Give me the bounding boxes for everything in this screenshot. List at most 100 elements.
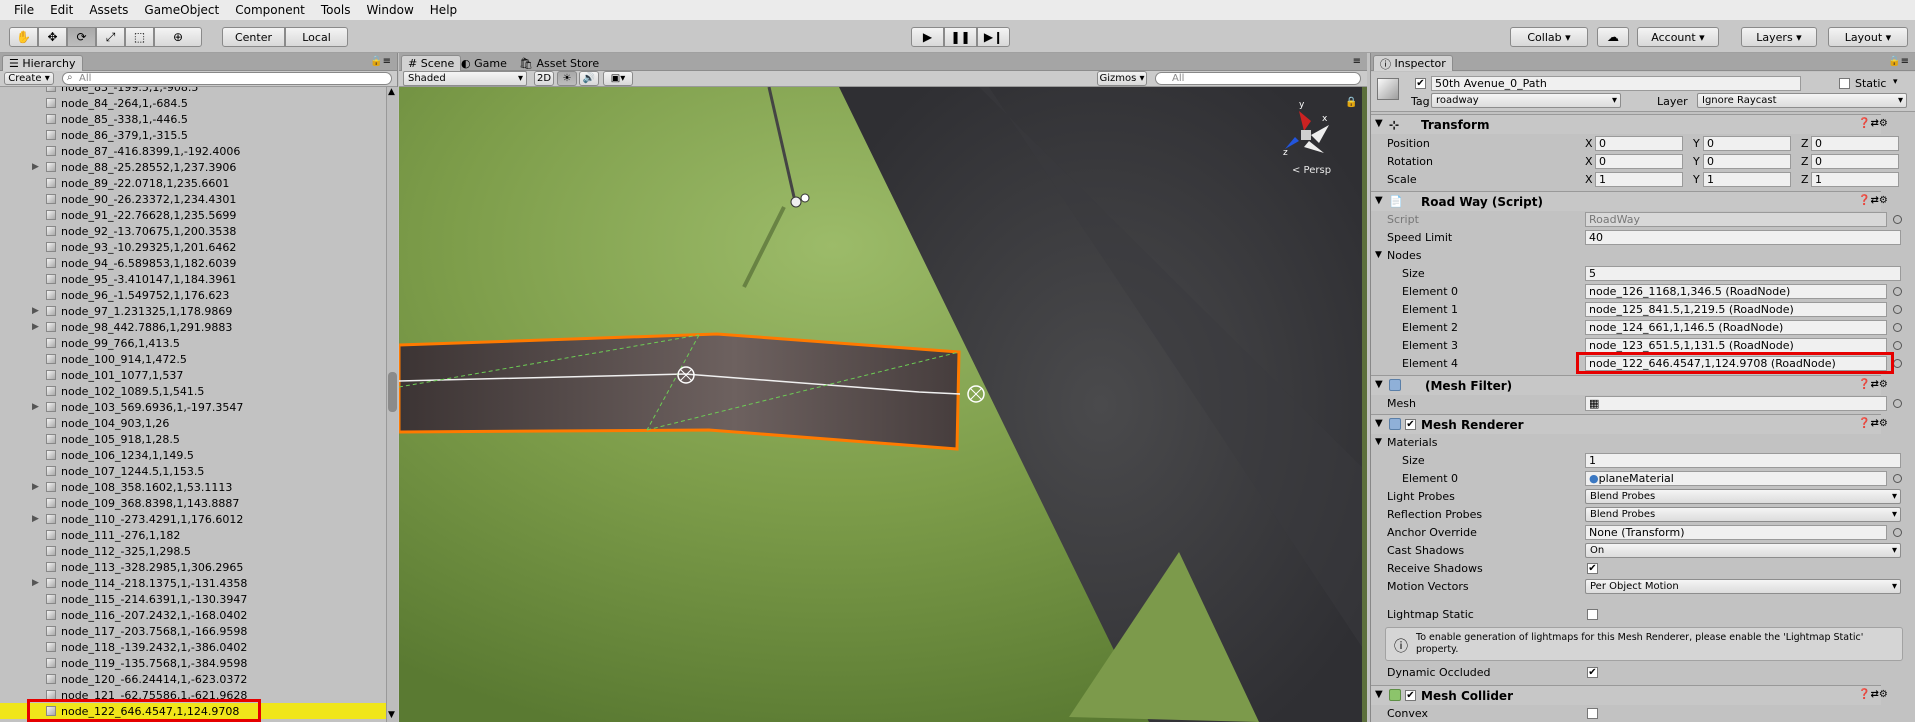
static-checkbox[interactable] [1839, 78, 1850, 89]
hierarchy-node-row[interactable]: node_93_-10.29325,1,201.6462 [0, 239, 386, 255]
2d-toggle[interactable]: 2D [534, 71, 554, 86]
tab-hierarchy[interactable]: ☰ Hierarchy [2, 55, 83, 71]
hierarchy-node-row[interactable]: node_90_-26.23372,1,234.4301 [0, 191, 386, 207]
hierarchy-node-row[interactable]: node_120_-66.24414,1,-623.0372 [0, 671, 386, 687]
meshcollider-header[interactable]: ▼ ✔ Mesh Collider ❓⇄⚙ [1371, 685, 1888, 705]
menu-tools[interactable]: Tools [313, 3, 359, 17]
effects-dropdown[interactable]: ▣▾ [603, 71, 633, 86]
layers-dropdown[interactable]: Layers ▾ [1741, 27, 1817, 47]
object-picker-icon[interactable] [1893, 474, 1902, 483]
meshfilter-header[interactable]: ▼ (Mesh Filter) ❓⇄⚙ [1371, 375, 1888, 395]
cloud-button[interactable]: ☁ [1597, 27, 1629, 47]
foldout-arrow-icon[interactable]: ▼ [1375, 418, 1383, 429]
layer-dropdown[interactable]: Ignore Raycast [1697, 93, 1907, 108]
hierarchy-node-row[interactable]: node_99_766,1,413.5 [0, 335, 386, 351]
materials-foldout-icon[interactable]: ▼ [1375, 437, 1382, 447]
foldout-arrow-icon[interactable]: ▼ [1375, 118, 1383, 129]
scale-tool-button[interactable]: ⤢ [96, 27, 125, 47]
scene-search-input[interactable]: All [1155, 72, 1361, 85]
expand-arrow-icon[interactable]: ▶ [32, 514, 39, 524]
menu-help[interactable]: Help [422, 3, 465, 17]
step-button[interactable]: ▶❙ [977, 27, 1010, 47]
hierarchy-node-row[interactable]: node_113_-328.2985,1,306.2965 [0, 559, 386, 575]
hierarchy-node-row[interactable]: ▶ node_103_569.6936,1,-197.3547 [0, 399, 386, 415]
scale-y-field[interactable]: 1 [1703, 172, 1791, 187]
hierarchy-node-row[interactable]: node_96_-1.549752,1,176.623 [0, 287, 386, 303]
position-x-field[interactable]: 0 [1595, 136, 1683, 151]
hierarchy-node-row[interactable]: ▶ node_98_442.7886,1,291.9883 [0, 319, 386, 335]
menu-edit[interactable]: Edit [42, 3, 81, 17]
hierarchy-node-row[interactable]: node_112_-325,1,298.5 [0, 543, 386, 559]
position-y-field[interactable]: 0 [1703, 136, 1791, 151]
menu-assets[interactable]: Assets [81, 3, 136, 17]
hierarchy-node-row[interactable]: ▶ node_97_1.231325,1,178.9869 [0, 303, 386, 319]
receive-shadows-checkbox[interactable]: ✔ [1587, 563, 1598, 574]
audio-toggle[interactable]: 🔊 [579, 71, 599, 86]
scrollbar-thumb[interactable] [388, 372, 397, 412]
rect-tool-button[interactable]: ⬚ [125, 27, 154, 47]
expand-arrow-icon[interactable]: ▶ [32, 322, 39, 332]
panel-menu-icon[interactable]: 🔒≡ [370, 56, 391, 67]
persp-label[interactable]: < Persp [1292, 165, 1331, 176]
rotation-y-field[interactable]: 0 [1703, 154, 1791, 169]
meshrenderer-enabled-checkbox[interactable]: ✔ [1405, 419, 1416, 430]
roadway-settings-icon[interactable]: ❓⇄⚙ [1858, 195, 1888, 206]
hierarchy-node-row[interactable]: node_101_1077,1,537 [0, 367, 386, 383]
hierarchy-node-row[interactable]: node_117_-203.7568,1,-166.9598 [0, 623, 386, 639]
hierarchy-scrollbar[interactable]: ▲ ▼ [386, 87, 398, 722]
meshfilter-settings-icon[interactable]: ❓⇄⚙ [1858, 379, 1888, 390]
hierarchy-node-row[interactable]: ▶ node_108_358.1602,1,53.1113 [0, 479, 386, 495]
hierarchy-search-input[interactable]: All [62, 72, 392, 85]
materials-size-field[interactable]: 1 [1585, 453, 1901, 468]
hierarchy-node-row[interactable]: node_83_-199.5,1,-908.5 [0, 87, 386, 95]
hierarchy-node-row[interactable]: node_107_1244.5,1,153.5 [0, 463, 386, 479]
hierarchy-node-row[interactable]: node_86_-379,1,-315.5 [0, 127, 386, 143]
object-picker-icon[interactable] [1893, 287, 1902, 296]
menu-window[interactable]: Window [358, 3, 421, 17]
rotation-x-field[interactable]: 0 [1595, 154, 1683, 169]
menu-component[interactable]: Component [227, 3, 313, 17]
shading-dropdown[interactable]: Shaded [403, 71, 527, 86]
scene-menu-icon[interactable]: ≡ [1353, 56, 1361, 67]
hierarchy-node-row[interactable]: node_115_-214.6391,1,-130.3947 [0, 591, 386, 607]
element-2-field[interactable]: node_124_661,1,146.5 (RoadNode) [1585, 320, 1887, 335]
tag-dropdown[interactable]: roadway [1431, 93, 1621, 108]
element-1-field[interactable]: node_125_841.5,1,219.5 (RoadNode) [1585, 302, 1887, 317]
expand-arrow-icon[interactable]: ▶ [32, 482, 39, 492]
object-picker-icon[interactable] [1893, 528, 1902, 537]
rotation-z-field[interactable]: 0 [1811, 154, 1899, 169]
foldout-arrow-icon[interactable]: ▼ [1375, 379, 1383, 390]
transform-tool-button[interactable]: ⊕ [154, 27, 202, 47]
meshcollider-settings-icon[interactable]: ❓⇄⚙ [1858, 689, 1888, 700]
hierarchy-node-row[interactable]: ▶ node_88_-25.28552,1,237.3906 [0, 159, 386, 175]
nodes-row[interactable]: ▼ Nodes [1371, 247, 1881, 265]
static-dropdown-icon[interactable]: ▾ [1893, 77, 1898, 87]
hierarchy-node-row[interactable]: node_106_1234,1,149.5 [0, 447, 386, 463]
hierarchy-node-row[interactable]: node_84_-264,1,-684.5 [0, 95, 386, 111]
hierarchy-node-row[interactable]: node_95_-3.410147,1,184.3961 [0, 271, 386, 287]
expand-arrow-icon[interactable]: ▶ [32, 578, 39, 588]
tab-inspector[interactable]: ⓘ Inspector [1373, 55, 1453, 71]
lighting-toggle[interactable]: ☀ [557, 71, 577, 86]
hierarchy-node-row[interactable]: node_116_-207.2432,1,-168.0402 [0, 607, 386, 623]
scroll-up-icon[interactable]: ▲ [388, 87, 395, 97]
hierarchy-node-row[interactable]: node_100_914,1,472.5 [0, 351, 386, 367]
tab-scene[interactable]: # Scene [401, 55, 462, 71]
object-picker-icon[interactable] [1893, 305, 1902, 314]
hierarchy-node-row[interactable]: node_87_-416.8399,1,-192.4006 [0, 143, 386, 159]
anchor-field[interactable]: None (Transform) [1585, 525, 1887, 540]
active-checkbox[interactable]: ✔ [1415, 78, 1426, 89]
cast-shadows-dropdown[interactable]: On [1585, 543, 1901, 558]
hierarchy-node-row[interactable]: ▶ node_110_-273.4291,1,176.6012 [0, 511, 386, 527]
lightmap-static-checkbox[interactable] [1587, 609, 1598, 620]
menu-gameobject[interactable]: GameObject [136, 3, 227, 17]
inspector-menu-icon[interactable]: 🔒≡ [1888, 56, 1909, 67]
gizmos-dropdown[interactable]: Gizmos ▾ [1097, 71, 1147, 86]
expand-arrow-icon[interactable]: ▶ [32, 306, 39, 316]
scale-x-field[interactable]: 1 [1595, 172, 1683, 187]
hierarchy-node-row[interactable]: node_102_1089.5,1,541.5 [0, 383, 386, 399]
foldout-arrow-icon[interactable]: ▼ [1375, 689, 1383, 700]
menu-file[interactable]: File [6, 3, 42, 17]
convex-checkbox[interactable] [1587, 708, 1598, 719]
play-button[interactable]: ▶ [911, 27, 944, 47]
